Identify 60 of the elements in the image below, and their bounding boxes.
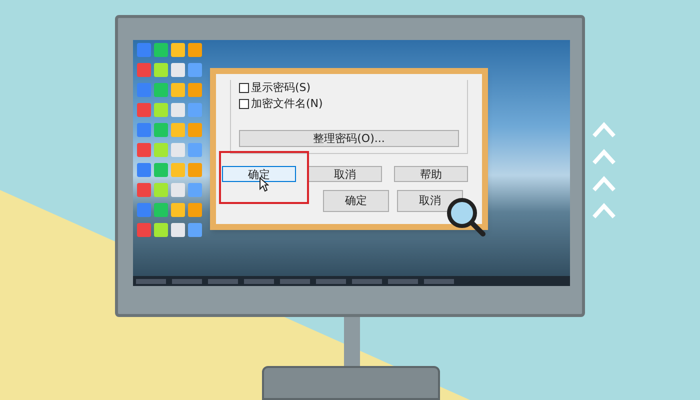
desktop-icon[interactable] — [137, 43, 151, 57]
desktop-icon[interactable] — [171, 183, 185, 197]
taskbar-item[interactable] — [172, 278, 202, 284]
desktop-icon[interactable] — [188, 103, 202, 117]
desktop-icon[interactable] — [171, 83, 185, 97]
desktop-icon[interactable] — [171, 143, 185, 157]
desktop-icon[interactable] — [154, 43, 168, 57]
desktop-icon[interactable] — [188, 183, 202, 197]
taskbar-item[interactable] — [280, 278, 310, 284]
checkbox[interactable] — [239, 83, 249, 93]
desktop-icon[interactable] — [188, 223, 202, 237]
desktop-icon[interactable] — [137, 143, 151, 157]
desktop-icon[interactable] — [171, 163, 185, 177]
desktop-icon[interactable] — [188, 203, 202, 217]
desktop-icon[interactable] — [171, 63, 185, 77]
desktop-icon[interactable] — [154, 163, 168, 177]
desktop-icon[interactable] — [171, 43, 185, 57]
desktop-icon[interactable] — [154, 143, 168, 157]
taskbar-item[interactable] — [388, 278, 418, 284]
desktop-icon[interactable] — [188, 123, 202, 137]
desktop-icon[interactable] — [171, 103, 185, 117]
up-chevrons-icon — [591, 120, 617, 220]
desktop-icon[interactable] — [154, 103, 168, 117]
taskbar-item[interactable] — [244, 278, 274, 284]
taskbar-item[interactable] — [208, 278, 238, 284]
taskbar-item[interactable] — [136, 278, 166, 284]
dialog-button[interactable]: 确定 — [222, 166, 296, 182]
taskbar-item[interactable] — [424, 278, 454, 284]
desktop-icon[interactable] — [171, 123, 185, 137]
taskbar-item[interactable] — [352, 278, 382, 284]
taskbar-item[interactable] — [316, 278, 346, 284]
desktop-icon[interactable] — [154, 123, 168, 137]
desktop-icon[interactable] — [171, 203, 185, 217]
desktop-icon[interactable] — [154, 63, 168, 77]
desktop-icon[interactable] — [188, 83, 202, 97]
desktop-icon[interactable] — [137, 203, 151, 217]
desktop-icon[interactable] — [137, 163, 151, 177]
desktop-icon[interactable] — [137, 103, 151, 117]
checkbox[interactable] — [239, 99, 249, 109]
desktop-icon[interactable] — [188, 163, 202, 177]
desktop-icon[interactable] — [188, 143, 202, 157]
desktop-icon[interactable] — [137, 183, 151, 197]
desktop-icon[interactable] — [188, 43, 202, 57]
desktop-icon[interactable] — [137, 123, 151, 137]
magnifier-icon — [445, 196, 487, 238]
desktop-icon[interactable] — [154, 223, 168, 237]
desktop-icon[interactable] — [188, 63, 202, 77]
checkbox-option[interactable]: 显示密码(S) — [239, 80, 459, 96]
desktop-icon[interactable] — [154, 203, 168, 217]
desktop-icon[interactable] — [154, 83, 168, 97]
checkbox-option[interactable]: 加密文件名(N) — [239, 96, 459, 112]
desktop-icon[interactable] — [137, 63, 151, 77]
desktop-icon[interactable] — [171, 223, 185, 237]
desktop-icon[interactable] — [154, 183, 168, 197]
desktop-icon[interactable] — [137, 83, 151, 97]
manage-passwords-button[interactable]: 整理密码(O)... — [239, 130, 459, 147]
dialog-button[interactable]: 帮助 — [394, 166, 468, 182]
footer-button[interactable]: 确定 — [323, 190, 389, 212]
desktop-icon[interactable] — [137, 223, 151, 237]
dialog-button[interactable]: 取消 — [308, 166, 382, 182]
